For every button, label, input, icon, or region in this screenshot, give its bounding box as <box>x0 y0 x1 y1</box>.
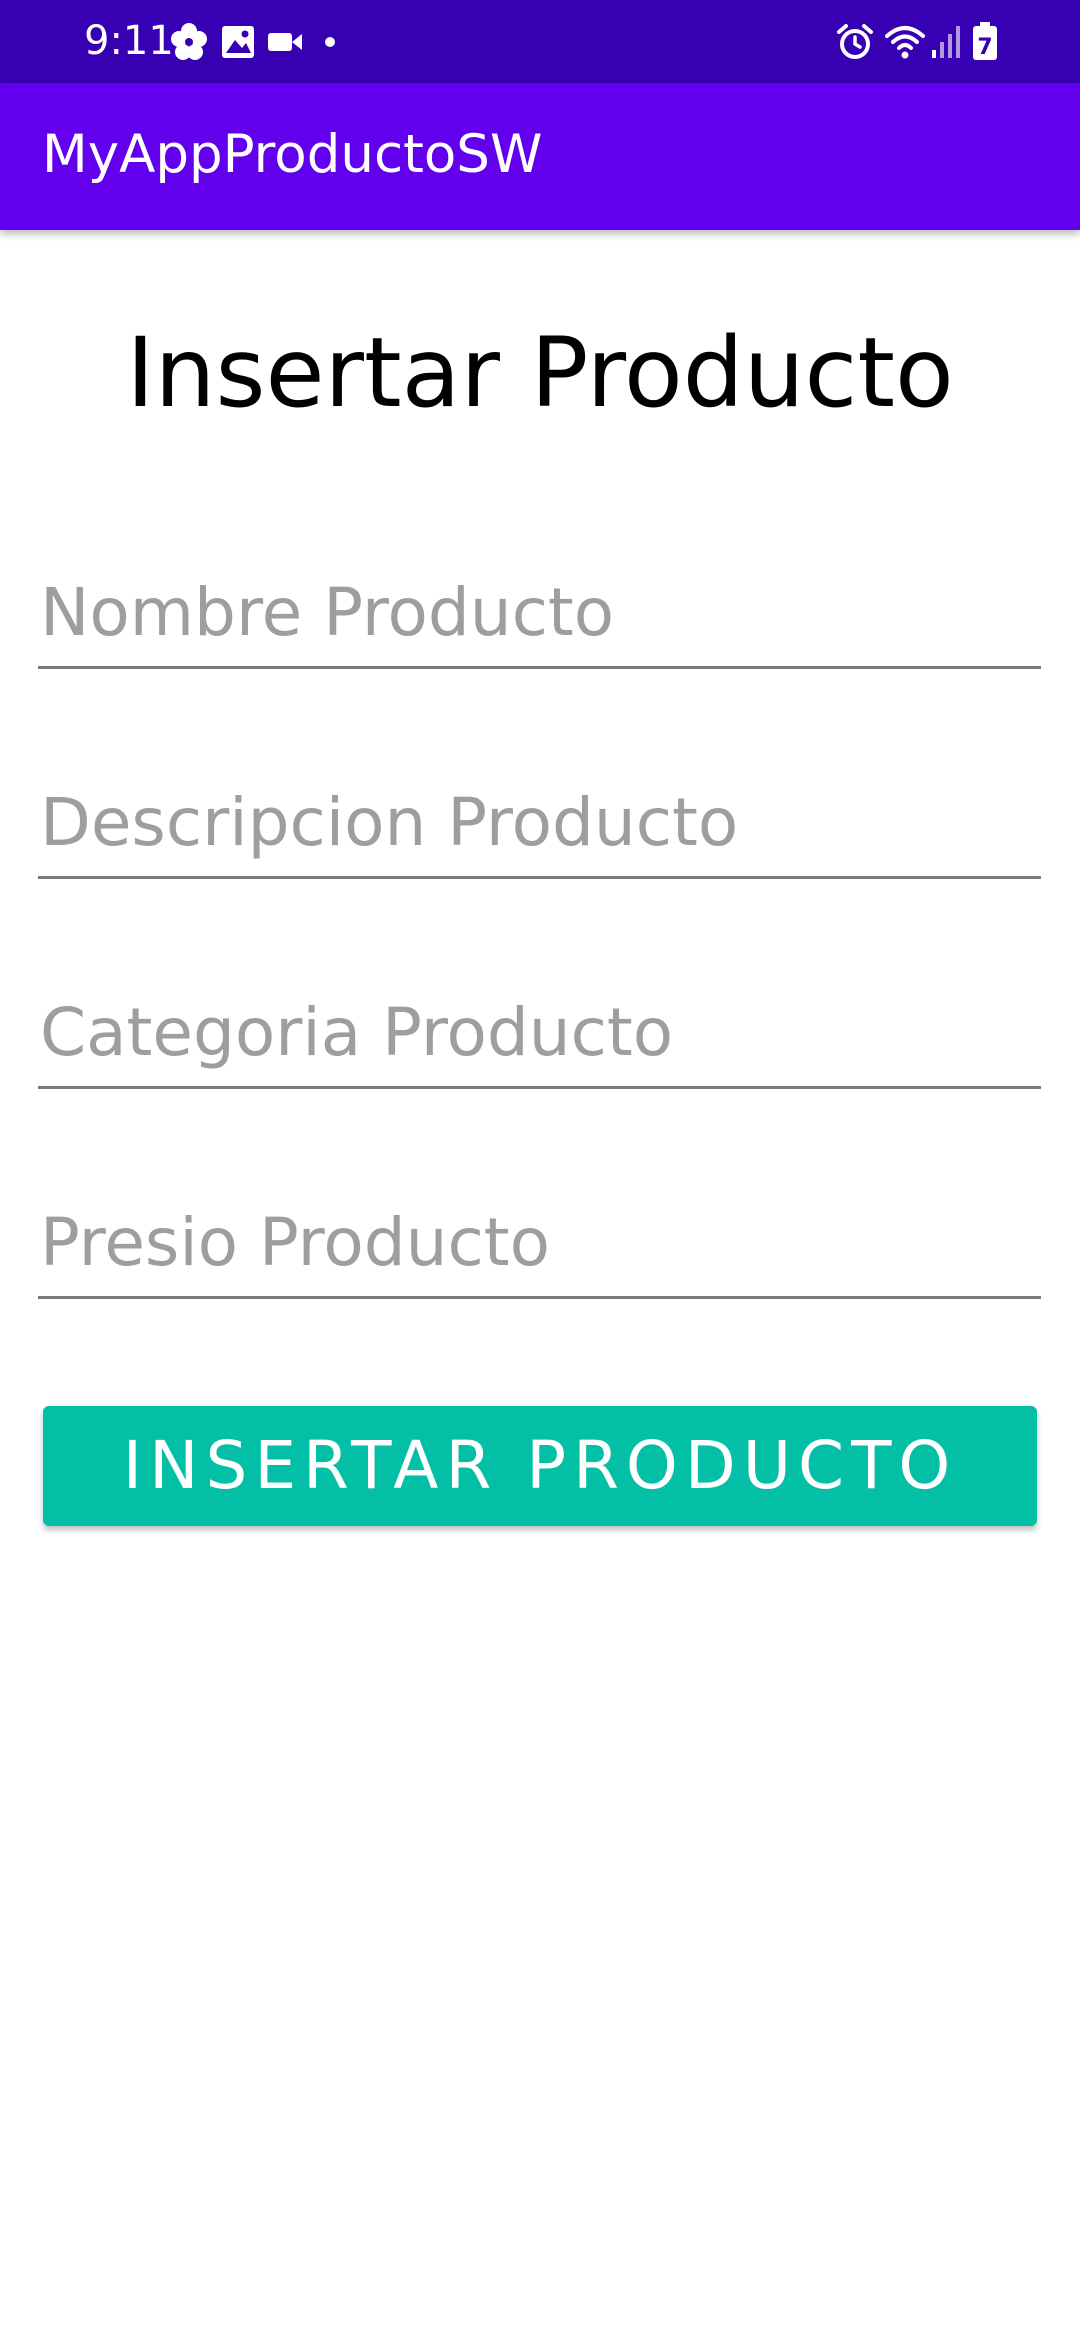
gallery-notification-icon <box>222 26 254 58</box>
status-bar: 9:11 7 <box>0 0 1080 83</box>
battery-level: 7 <box>977 35 992 60</box>
presio-producto-field[interactable] <box>38 1195 1041 1299</box>
dot-notification-icon <box>325 37 335 47</box>
app-bar: MyAppProductoSW <box>0 83 1080 230</box>
app-screen: 9:11 7 MyAppProductoSW Insertar Producto… <box>0 0 1080 2340</box>
descripcion-producto-field[interactable] <box>38 775 1041 879</box>
categoria-producto-field[interactable] <box>38 985 1041 1089</box>
alarm-icon <box>837 24 873 59</box>
insertar-producto-button[interactable]: INSERTAR PRODUCTO <box>43 1406 1037 1526</box>
app-title: MyAppProductoSW <box>42 124 543 185</box>
flower-notification-icon <box>171 23 207 60</box>
status-time: 9:11 <box>84 18 174 64</box>
nombre-producto-field[interactable] <box>38 565 1041 669</box>
wifi-icon <box>885 26 925 59</box>
signal-icon <box>932 26 960 58</box>
battery-icon: 7 <box>973 22 997 60</box>
page-heading: Insertar Producto <box>126 317 954 429</box>
video-notification-icon <box>268 33 302 51</box>
